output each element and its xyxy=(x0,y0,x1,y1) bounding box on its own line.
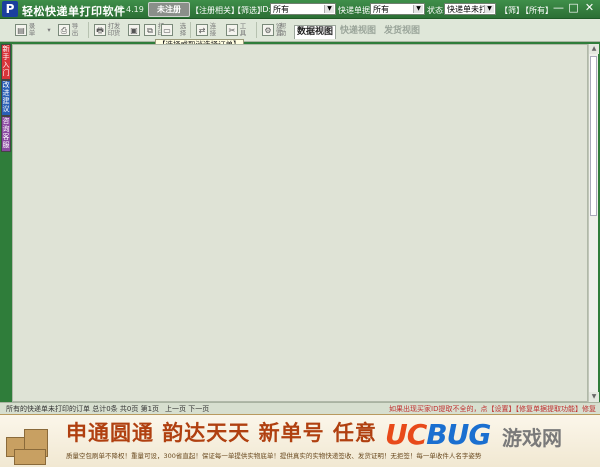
gear-icon: ⚙ xyxy=(262,24,274,36)
new-order-label: 录单 xyxy=(28,22,36,37)
toolbar-divider xyxy=(190,22,191,38)
status-label: 状态: xyxy=(427,6,446,15)
ad-subtext: 质量空包刷单不降权！重量可设，300省直起！保证每一单提供实物底单！提供真实的实… xyxy=(66,452,482,460)
help-button[interactable]: 帮助 xyxy=(278,21,287,39)
chevron-down-icon: ▼ xyxy=(413,5,423,13)
watermark-text: 游戏网 xyxy=(502,426,562,450)
tab-shipping-view[interactable]: 发货视图 xyxy=(382,25,422,38)
help-label: 帮助 xyxy=(279,22,287,37)
new-order-button[interactable]: ▤ 录单 xyxy=(15,21,36,39)
title-bar: P 轻松快递单打印软件 V 4.19 未注册 【注册相关】 【筛选】 ID: 所… xyxy=(0,0,600,19)
select-frame-button[interactable]: ▭ xyxy=(161,21,173,39)
tab-courier-view[interactable]: 快递视图 xyxy=(338,25,378,38)
export-icon: ⎙ xyxy=(58,24,70,36)
dropdown-button[interactable]: ▾ xyxy=(44,21,53,39)
sidebar-tab-label: 咨询客服 xyxy=(2,117,10,149)
vertical-scrollbar[interactable]: ▲ ▼ xyxy=(588,44,599,402)
watermark-logo-a: UC xyxy=(385,418,427,451)
connect-icon: ⇄ xyxy=(196,24,208,36)
export-button[interactable]: ⎙ 导出 xyxy=(58,21,79,39)
status-select-value: 快递单未打 xyxy=(447,5,487,14)
scroll-up-icon[interactable]: ▲ xyxy=(589,44,599,54)
copy-icon: ⧉ xyxy=(144,24,156,36)
chevron-down-icon: ▼ xyxy=(484,5,494,13)
sidebar-tab-label: 改进建议 xyxy=(2,81,10,113)
watermark-logo: UCBUG xyxy=(385,418,491,451)
select-label: 选择 xyxy=(179,22,187,37)
register-button[interactable]: 未注册 xyxy=(148,2,190,17)
grid-icon: ▣ xyxy=(128,24,140,36)
tools-label: 工具 xyxy=(239,22,247,37)
sidebar-tab-support[interactable]: 咨询客服 xyxy=(1,116,11,152)
courier-select[interactable]: 所有 ▼ xyxy=(370,3,425,15)
toolbar-divider xyxy=(256,22,257,38)
register-menu-link[interactable]: 【注册相关】 xyxy=(191,5,239,16)
app-logo-icon: P xyxy=(2,1,18,17)
chevron-down-icon: ▼ xyxy=(324,5,334,13)
data-grid[interactable] xyxy=(12,44,588,402)
select-button[interactable]: 选择 xyxy=(178,21,187,39)
show-all-button[interactable]: 【所有】 xyxy=(521,5,553,16)
printer-icon: 🖶 xyxy=(94,24,106,36)
watermark-logo-b: BUG xyxy=(426,418,491,451)
scissors-icon: ✂ xyxy=(226,24,238,36)
app-title: 轻松快递单打印软件 xyxy=(22,5,126,18)
package-icon xyxy=(6,419,52,465)
grid-button[interactable]: ▣ xyxy=(128,21,140,39)
version-label: V 4.19 xyxy=(118,5,144,14)
id-select-value: 所有 xyxy=(273,5,289,14)
connect-label: 连接 xyxy=(209,22,217,37)
ship-label: 发货 xyxy=(113,22,121,37)
status-select[interactable]: 快递单未打 ▼ xyxy=(444,3,496,15)
scroll-down-icon[interactable]: ▼ xyxy=(589,392,599,402)
toolbar: ▤ 录单 ▾ ⎙ 导出 🖶 打印 发货 ▣ ⧉ 打印 ▭ 选择 ⇄ 连接 ✂ 工… xyxy=(0,19,600,42)
ship-button[interactable]: 发货 xyxy=(112,21,121,39)
courier-select-value: 所有 xyxy=(373,5,389,14)
chevron-down-icon: ▾ xyxy=(47,25,51,34)
new-order-icon: ▤ xyxy=(15,24,27,36)
frame-icon: ▭ xyxy=(161,24,173,36)
id-select[interactable]: 所有 ▼ xyxy=(270,3,336,15)
ad-headline: 申通圆通 韵达天天 新单号 任意 xyxy=(66,420,377,445)
scroll-thumb[interactable] xyxy=(590,56,597,216)
close-icon[interactable]: ✕ xyxy=(582,1,597,15)
toolbar-divider xyxy=(88,22,89,38)
minimize-icon[interactable]: — xyxy=(551,1,566,15)
courier-label: 快递单据: xyxy=(338,6,373,15)
maximize-icon[interactable]: □ xyxy=(566,1,581,15)
sidebar-tab-suggestions[interactable]: 改进建议 xyxy=(1,80,11,116)
tab-data-view[interactable]: 数据视图 xyxy=(294,25,337,39)
sidebar-tab-label: 新手入门 xyxy=(2,45,10,77)
sidebar-tab-beginner[interactable]: 新手入门 xyxy=(1,44,11,80)
export-label: 导出 xyxy=(71,22,79,37)
connect-button[interactable]: ⇄ 连接 xyxy=(196,21,217,39)
tools-button[interactable]: ✂ 工具 xyxy=(226,21,247,39)
